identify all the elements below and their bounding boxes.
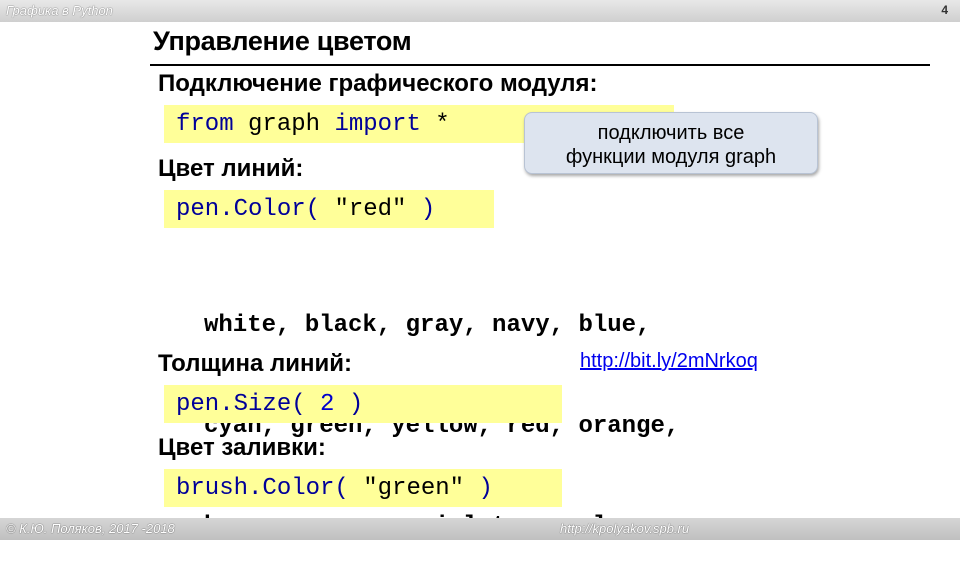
- pen-color-heading: Цвет линий:: [158, 155, 304, 182]
- import-code: from graph import *: [176, 111, 450, 139]
- header-bar: Графика в Python 4: [0, 0, 960, 22]
- code-func-brushcolor: brush.Color(: [176, 475, 349, 502]
- brush-color-heading: Цвет заливки:: [158, 434, 326, 461]
- callout-line-1: подключить все: [597, 122, 745, 144]
- code-keyword-from: from: [176, 111, 234, 138]
- code-func-pensize: pen.Size(: [176, 391, 306, 418]
- course-title: Графика в Python: [6, 3, 113, 18]
- callout-line-2: функции модуля graph: [565, 146, 777, 168]
- reference-link[interactable]: http://bit.ly/2mNrkoq: [580, 350, 758, 373]
- footer-bar: © К.Ю. Поляков, 2017 -2018 http://kpolya…: [0, 518, 960, 540]
- code-paren-close: ): [348, 391, 364, 418]
- import-heading: Подключение графического модуля:: [158, 70, 598, 97]
- code-func-pencolor: pen.Color(: [176, 196, 321, 223]
- code-paren-close: ): [420, 196, 436, 223]
- code-arg-2: 2: [320, 391, 335, 418]
- title-divider: [150, 64, 930, 66]
- footer-site: http://kpolyakov.spb.ru: [560, 521, 690, 536]
- footer-copyright: © К.Ю. Поляков, 2017 -2018: [6, 521, 175, 536]
- code-arg-green: "green": [363, 475, 465, 502]
- code-module-name: graph: [248, 111, 321, 138]
- pen-color-code: pen.Color( "red" ): [176, 196, 435, 224]
- pen-size-heading: Толщина линий:: [158, 350, 352, 377]
- pen-size-code: pen.Size( 2 ): [176, 391, 363, 419]
- slide-title: Управление цветом: [153, 26, 412, 56]
- color-names-line-1: white, black, gray, navy, blue,: [204, 312, 651, 339]
- page-number: 4: [941, 3, 948, 17]
- callout-note: подключить все функции модуля graph: [524, 112, 818, 174]
- code-star: *: [435, 111, 450, 138]
- brush-color-code: brush.Color( "green" ): [176, 475, 493, 503]
- code-arg-red: "red": [334, 196, 407, 223]
- code-paren-close: ): [478, 475, 493, 502]
- code-keyword-import: import: [334, 111, 421, 138]
